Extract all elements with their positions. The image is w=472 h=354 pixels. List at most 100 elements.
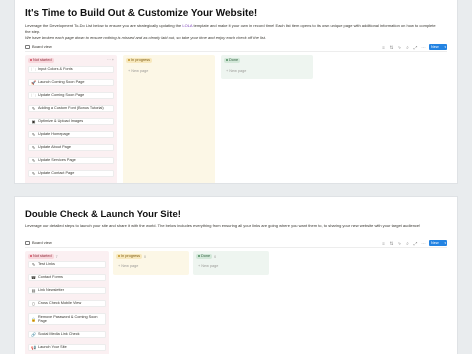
intro-text: Leverage the Development To-Do List belo… bbox=[25, 23, 441, 41]
status-dot-icon bbox=[128, 59, 130, 61]
card[interactable]: ✎ Test Links bbox=[28, 261, 106, 268]
phone-icon: ☎ bbox=[31, 275, 36, 280]
mobile-icon: ▯ bbox=[32, 301, 35, 306]
rocket-icon: 🚀 bbox=[31, 80, 36, 85]
status-badge: In progress bbox=[116, 254, 142, 259]
column-count: 0 bbox=[214, 254, 217, 259]
search-icon[interactable]: ⌕ bbox=[405, 45, 410, 50]
card[interactable]: 🚀 Launch Coming Soon Page bbox=[28, 79, 114, 86]
status-dot-icon bbox=[118, 255, 120, 257]
filter-icon[interactable]: ≡ bbox=[381, 241, 386, 246]
camera-icon: ▣ bbox=[31, 119, 36, 124]
card[interactable]: ✎ Update Homepage bbox=[28, 131, 114, 138]
lightning-icon[interactable]: ϟ bbox=[397, 241, 402, 246]
column-count: 0 bbox=[144, 254, 146, 259]
status-badge: Done bbox=[196, 254, 213, 259]
card-title: Update Homepage bbox=[38, 132, 70, 136]
column-done: Done + New page bbox=[221, 55, 313, 79]
card-title: Optimize & Upload Images bbox=[38, 119, 84, 123]
card-title: Social Media Link Check bbox=[38, 332, 80, 336]
new-page-button[interactable]: + New page bbox=[226, 69, 246, 73]
column-count: 7 bbox=[55, 254, 58, 259]
lightning-icon[interactable]: ϟ bbox=[397, 45, 402, 50]
status-label: Done bbox=[201, 254, 211, 258]
board-view-label: Board view bbox=[32, 44, 52, 49]
pencil-icon: ✎ bbox=[31, 132, 36, 137]
chevron-down-icon[interactable]: ▾ bbox=[444, 44, 446, 50]
new-page-button[interactable]: + New page bbox=[118, 264, 138, 268]
card-title: Launch Your Site bbox=[38, 345, 67, 349]
card[interactable]: ☎ Contact Forms bbox=[28, 274, 106, 281]
status-label: In progress bbox=[121, 254, 140, 258]
status-badge: In progress bbox=[126, 58, 152, 63]
card[interactable]: ✎ Adding a Custom Font (Bonus Tutorial) bbox=[28, 105, 114, 112]
card-title: Test Links bbox=[38, 262, 55, 266]
card-title: Link Newsletter bbox=[38, 288, 64, 292]
status-dot-icon bbox=[198, 255, 200, 257]
board-icon bbox=[25, 241, 30, 245]
column-header: Done bbox=[224, 58, 242, 63]
status-badge: Not started bbox=[28, 254, 54, 259]
card[interactable]: ✎ Update Contact Page bbox=[28, 170, 114, 177]
board-toolbar: Board view ≡ ⇅ ϟ ⌕ ⤢ ⋯ New ▾ bbox=[25, 239, 447, 248]
more-icon[interactable]: ⋯ bbox=[421, 45, 426, 50]
status-dot-icon bbox=[30, 255, 32, 257]
toolbar-tools: ≡ ⇅ ϟ ⌕ ⤢ ⋯ New ▾ bbox=[381, 239, 447, 247]
card[interactable]: 🗀 Update Coming Soon Page bbox=[28, 92, 114, 99]
new-button[interactable]: New ▾ bbox=[429, 240, 447, 246]
column-menu-icon[interactable]: ⋯ + bbox=[107, 58, 114, 62]
board-toolbar: Board view ≡ ⇅ ϟ ⌕ ⤢ ⋯ New ▾ bbox=[25, 43, 447, 52]
intro-text-start: Leverage the Development To-Do List belo… bbox=[25, 23, 183, 28]
more-icon[interactable]: ⋯ bbox=[421, 241, 426, 246]
card-title: Update Contact Page bbox=[38, 171, 75, 175]
card[interactable]: 🔗 Social Media Link Check bbox=[28, 331, 106, 338]
folder-icon: 🗀 bbox=[31, 67, 36, 72]
column-in-progress: In progress + New page bbox=[123, 55, 215, 183]
sort-icon[interactable]: ⇅ bbox=[389, 45, 394, 50]
status-label: Not started bbox=[33, 58, 52, 62]
board-view-tab[interactable]: Board view bbox=[25, 239, 52, 247]
card[interactable]: ✎ Update Services Page bbox=[28, 157, 114, 164]
megaphone-icon: 📢 bbox=[31, 345, 36, 350]
lola-link[interactable]: LOLA bbox=[182, 23, 192, 28]
new-page-label: New page bbox=[131, 69, 149, 73]
card-title: Update About Page bbox=[38, 145, 71, 149]
card-title: Remove Password & Coming Soon Page bbox=[38, 314, 98, 324]
status-badge: Done bbox=[224, 58, 241, 63]
new-page-label: New page bbox=[229, 69, 247, 73]
board-icon bbox=[25, 45, 30, 49]
link-icon: 🔗 bbox=[31, 332, 36, 337]
column-header: Done 0 bbox=[196, 254, 216, 259]
card[interactable]: 🗀 Input Colors & Fonts bbox=[28, 66, 114, 73]
card[interactable]: ▤ Link Newsletter bbox=[28, 287, 106, 294]
search-icon[interactable]: ⌕ bbox=[405, 241, 410, 246]
page-title: Double Check & Launch Your Site! bbox=[25, 209, 181, 220]
card-title: Contact Forms bbox=[38, 275, 63, 279]
card[interactable]: ✎ Update About Page bbox=[28, 144, 114, 151]
pencil-icon: ✎ bbox=[31, 171, 36, 176]
card-title: Update Services Page bbox=[38, 158, 76, 162]
card[interactable]: 🔒 Remove Password & Coming Soon Page bbox=[28, 313, 106, 326]
card-title: Update Coming Soon Page bbox=[38, 93, 85, 97]
intro-italic-note: We have broken each page down to ensure … bbox=[25, 35, 266, 40]
pencil-icon: ✎ bbox=[31, 145, 36, 150]
expand-icon[interactable]: ⤢ bbox=[413, 45, 418, 50]
board-view-tab[interactable]: Board view bbox=[25, 43, 52, 51]
card[interactable]: ▯ Cross Check Mobile View bbox=[28, 300, 106, 307]
card-title: Adding a Custom Font (Bonus Tutorial) bbox=[38, 106, 104, 110]
card[interactable]: 📢 Launch Your Site bbox=[28, 344, 106, 351]
new-button[interactable]: New ▾ bbox=[429, 44, 447, 50]
new-page-button[interactable]: + New page bbox=[128, 69, 148, 73]
expand-icon[interactable]: ⤢ bbox=[413, 241, 418, 246]
column-header: In progress 0 bbox=[116, 254, 146, 259]
column-not-started: Not started ⋯ + 🗀 Input Colors & Fonts 🚀 L… bbox=[25, 55, 117, 183]
new-page-button[interactable]: + New page bbox=[198, 264, 218, 268]
intro-text: Leverage our detailed steps to launch yo… bbox=[25, 223, 421, 228]
sort-icon[interactable]: ⇅ bbox=[389, 241, 394, 246]
page-title: It's Time to Build Out & Customize Your … bbox=[25, 8, 258, 19]
chevron-down-icon[interactable]: ▾ bbox=[444, 240, 446, 246]
card[interactable]: ▣ Optimize & Upload Images bbox=[28, 118, 114, 125]
filter-icon[interactable]: ≡ bbox=[381, 45, 386, 50]
status-label: Not started bbox=[33, 254, 52, 258]
new-button-label: New bbox=[431, 45, 439, 49]
